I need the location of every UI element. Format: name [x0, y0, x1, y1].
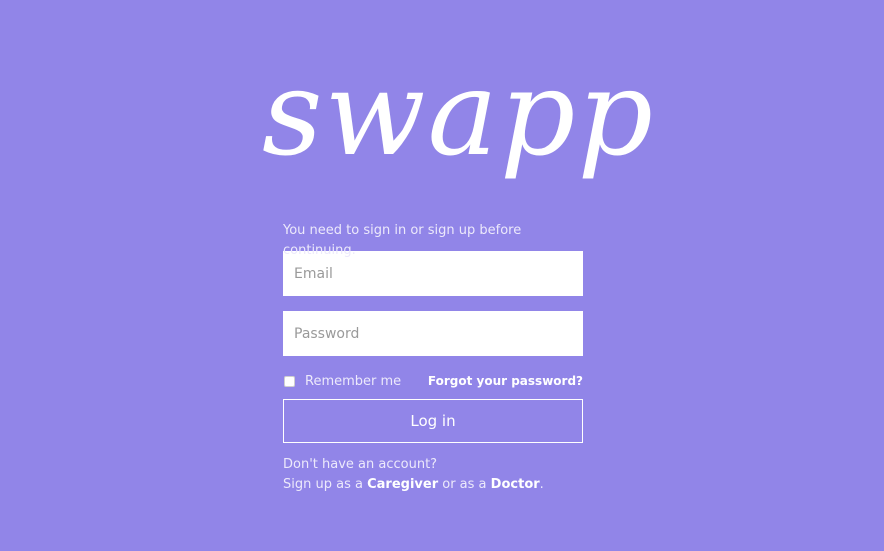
- login-button[interactable]: Log in: [283, 399, 583, 443]
- signup-middle: or as a: [442, 477, 487, 492]
- remember-me-toggle[interactable]: Remember me: [283, 374, 401, 389]
- remember-me-checkbox[interactable]: [284, 376, 295, 387]
- login-page: swapp You need to sign in or sign up bef…: [0, 0, 884, 551]
- signup-suffix: .: [539, 477, 544, 492]
- doctor-signup-link[interactable]: Doctor: [491, 477, 540, 492]
- signup-section: Don't have an account? Sign up as a Care…: [283, 455, 583, 495]
- signup-question: Don't have an account?: [283, 457, 438, 472]
- sign-in-notice: You need to sign in or sign up before co…: [283, 223, 522, 258]
- remember-me-label: Remember me: [305, 374, 402, 389]
- signup-line: Sign up as a Caregiver or as a Doctor.: [283, 475, 583, 495]
- login-form: You need to sign in or sign up before co…: [283, 221, 583, 495]
- options-row: Remember me Forgot your password?: [283, 371, 583, 399]
- caregiver-signup-link[interactable]: Caregiver: [367, 477, 438, 492]
- forgot-password-link[interactable]: Forgot your password?: [428, 374, 583, 388]
- signup-prefix: Sign up as a: [283, 477, 363, 492]
- password-field[interactable]: [283, 311, 583, 356]
- swapp-logo: swapp: [262, 44, 655, 182]
